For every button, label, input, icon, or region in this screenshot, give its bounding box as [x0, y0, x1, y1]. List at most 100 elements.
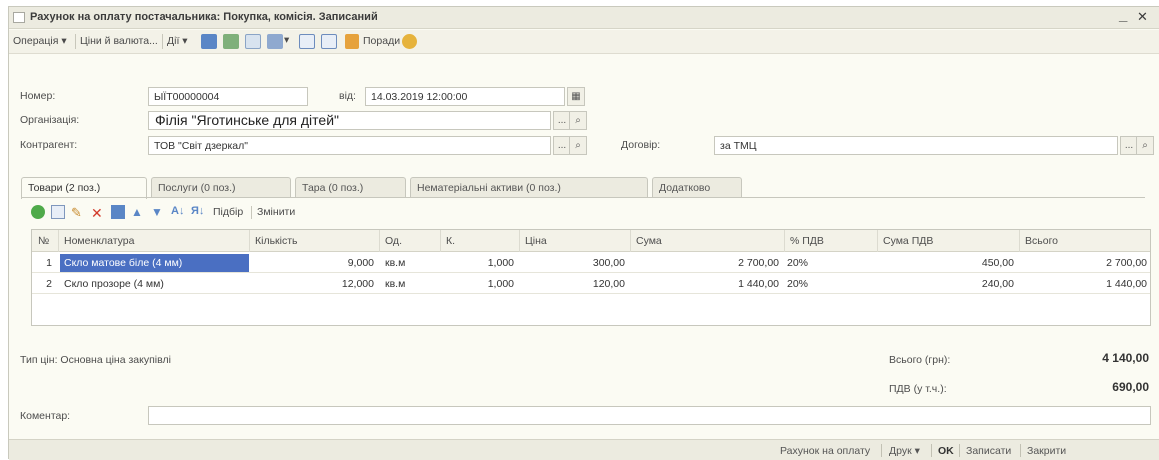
end-edit-icon[interactable]	[111, 205, 125, 219]
column-sum: Сума	[636, 235, 662, 247]
copy-row-icon[interactable]	[51, 205, 65, 219]
sort-ascending-icon[interactable]: A↓	[171, 205, 185, 219]
invoice-print-button[interactable]: Рахунок на оплату	[780, 445, 870, 457]
comment-field[interactable]	[148, 406, 1151, 425]
quantity-cell[interactable]: 12,000	[255, 278, 374, 290]
save-button[interactable]: Записати	[966, 445, 1011, 457]
column-vat-sum: Сума ПДВ	[883, 235, 934, 247]
tab-additional[interactable]: Додатково	[652, 177, 742, 198]
comment-label: Коментар:	[20, 410, 71, 422]
chevron-down-icon[interactable]: ▾	[284, 34, 289, 46]
column-price: Ціна	[525, 235, 547, 247]
date-from-label: від:	[339, 90, 356, 102]
help-icon[interactable]	[402, 34, 417, 49]
column-divider	[1019, 230, 1020, 252]
table-row[interactable]: 1 Скло матове біле (4 мм) 9,000 кв.м 1,0…	[32, 253, 1150, 273]
pick-button[interactable]: Підбір	[213, 206, 243, 218]
bottom-separator	[881, 444, 882, 457]
sort-descending-icon[interactable]: Я↓	[191, 205, 205, 219]
price-type-label: Тип цін: Основна ціна закупівлі	[20, 354, 171, 366]
contractor-open-icon[interactable]: ⌕	[569, 136, 587, 155]
coefficient-cell[interactable]: 1,000	[446, 278, 514, 290]
save-icon[interactable]	[201, 34, 217, 49]
edit-row-icon[interactable]: ✎	[71, 205, 85, 220]
column-nomenclature: Номенклатура	[64, 235, 135, 247]
actions-menu[interactable]: Дії ▾	[167, 35, 188, 47]
row-number: 2	[46, 278, 52, 290]
column-divider	[58, 230, 59, 252]
quantity-cell[interactable]: 9,000	[255, 257, 374, 269]
vat-rate-cell[interactable]: 20%	[787, 278, 808, 290]
delete-row-icon[interactable]: ✕	[91, 205, 105, 221]
vat-sum-cell[interactable]: 450,00	[883, 257, 1014, 269]
column-divider	[630, 230, 631, 252]
main-toolbar: Операція ▾ Ціни й валюта... Дії ▾ ▾ Пора…	[9, 30, 1159, 54]
organization-open-icon[interactable]: ⌕	[569, 111, 587, 130]
total-cell[interactable]: 1 440,00	[1025, 278, 1147, 290]
toolbar-separator	[251, 206, 252, 219]
contract-label: Договір:	[621, 139, 661, 151]
unit-cell[interactable]: кв.м	[385, 257, 405, 269]
close-button[interactable]: Закрити	[1027, 445, 1066, 457]
minimize-button[interactable]: _	[1119, 7, 1127, 24]
add-row-icon[interactable]	[31, 205, 45, 219]
sum-cell[interactable]: 1 440,00	[636, 278, 779, 290]
coefficient-cell[interactable]: 1,000	[446, 257, 514, 269]
table-icon[interactable]	[223, 34, 239, 49]
journal-icon[interactable]	[299, 34, 315, 49]
list-icon[interactable]	[321, 34, 337, 49]
column-quantity: Кількість	[255, 235, 298, 247]
bottom-separator	[931, 444, 932, 457]
change-button[interactable]: Змінити	[257, 206, 295, 218]
hints-icon[interactable]	[345, 34, 359, 49]
goods-table: № Номенклатура Кількість Од. К. Ціна Сум…	[31, 229, 1151, 326]
contract-field[interactable]: за ТМЦ	[714, 136, 1118, 155]
column-divider	[440, 230, 441, 252]
vat-rate-cell[interactable]: 20%	[787, 257, 808, 269]
organization-field[interactable]: Філія "Яготинське для дітей"	[148, 111, 551, 130]
move-down-icon[interactable]: ▼	[151, 205, 165, 219]
column-number: №	[38, 235, 50, 247]
document-window: Рахунок на оплату постачальника: Покупка…	[8, 6, 1159, 460]
nomenclature-cell[interactable]: Скло матове біле (4 мм)	[60, 254, 249, 272]
contractor-field[interactable]: ТОВ "Світ дзеркал"	[148, 136, 551, 155]
total-cell[interactable]: 2 700,00	[1025, 257, 1147, 269]
move-up-icon[interactable]: ▲	[131, 205, 145, 219]
bottom-separator	[1020, 444, 1021, 457]
column-divider	[379, 230, 380, 252]
unit-cell[interactable]: кв.м	[385, 278, 405, 290]
toolbar-separator	[162, 34, 163, 49]
table-row[interactable]: 2 Скло прозоре (4 мм) 12,000 кв.м 1,000 …	[32, 274, 1150, 294]
price-cell[interactable]: 120,00	[525, 278, 625, 290]
window-title: Рахунок на оплату постачальника: Покупка…	[30, 11, 378, 23]
tab-containers[interactable]: Тара (0 поз.)	[295, 177, 406, 198]
row-number: 1	[46, 257, 52, 269]
nomenclature-cell[interactable]: Скло прозоре (4 мм)	[64, 278, 164, 290]
sum-cell[interactable]: 2 700,00	[636, 257, 779, 269]
tab-services[interactable]: Послуги (0 поз.)	[151, 177, 291, 198]
organization-label: Організація:	[20, 114, 80, 126]
number-field[interactable]: ЫЇТ00000004	[148, 87, 308, 106]
print-menu[interactable]: Друк ▾	[889, 445, 920, 457]
prices-currency-button[interactable]: Ціни й валюта...	[80, 35, 158, 47]
date-field[interactable]: 14.03.2019 12:00:00	[365, 87, 565, 106]
structure-icon[interactable]	[267, 34, 283, 49]
tab-goods[interactable]: Товари (2 поз.)	[21, 177, 147, 199]
number-label: Номер:	[20, 90, 56, 102]
column-coefficient: К.	[446, 235, 456, 247]
hints-button[interactable]: Поради	[363, 35, 400, 47]
price-cell[interactable]: 300,00	[525, 257, 625, 269]
tab-intangible-assets[interactable]: Нематеріальні активи (0 поз.)	[410, 177, 648, 198]
column-divider	[249, 230, 250, 252]
vat-sum-cell[interactable]: 240,00	[883, 278, 1014, 290]
ok-button[interactable]: OK	[938, 445, 954, 457]
contract-open-icon[interactable]: ⌕	[1136, 136, 1154, 155]
copy-icon[interactable]	[245, 34, 261, 49]
column-divider	[784, 230, 785, 252]
column-unit: Од.	[385, 235, 402, 247]
operation-menu[interactable]: Операція ▾	[13, 35, 67, 47]
close-window-button[interactable]: ✕	[1137, 9, 1148, 25]
total-label: Всього (грн):	[889, 354, 951, 366]
calendar-icon[interactable]: ▦	[567, 87, 585, 106]
column-divider	[877, 230, 878, 252]
